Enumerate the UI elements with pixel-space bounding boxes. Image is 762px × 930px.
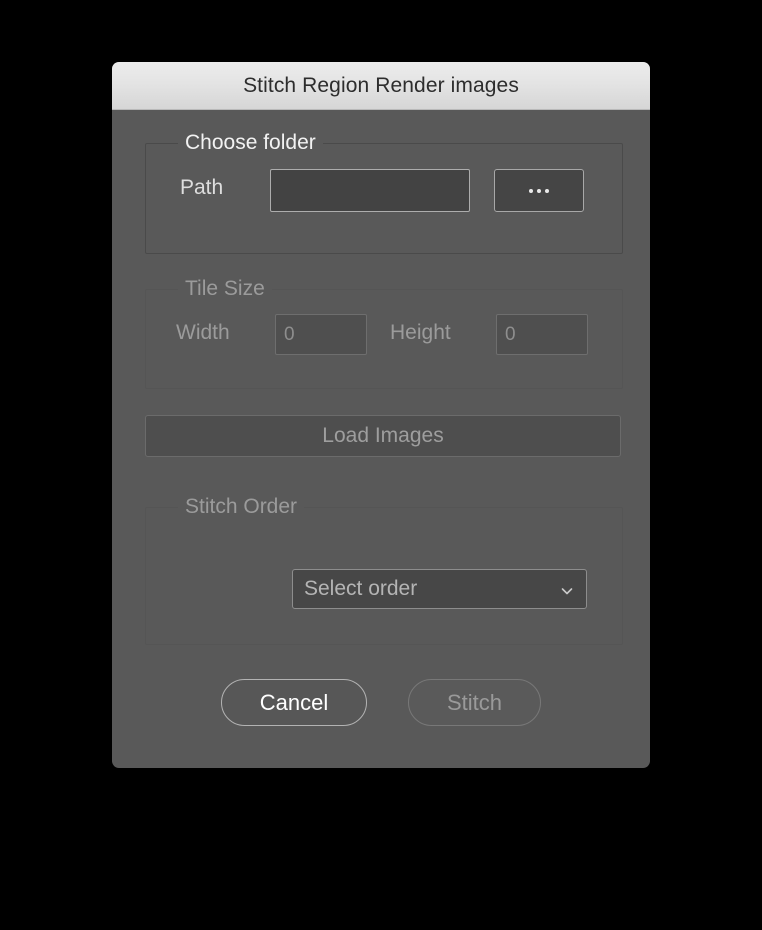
- dialog-title: Stitch Region Render images: [243, 73, 519, 97]
- stitch-order-select[interactable]: Select order: [292, 569, 587, 609]
- stitch-order-group-title: Stitch Order: [178, 496, 305, 518]
- path-row: Path: [180, 176, 223, 200]
- dialog-body: Choose folder Path Tile Size Width 0 Hei…: [112, 110, 650, 767]
- browse-folder-button[interactable]: [494, 169, 584, 212]
- height-label: Height: [390, 321, 451, 344]
- cancel-button[interactable]: Cancel: [221, 679, 367, 726]
- width-label: Width: [176, 321, 230, 344]
- choose-folder-group-title: Choose folder: [178, 132, 323, 154]
- path-input[interactable]: [270, 169, 470, 212]
- ellipsis-dot-icon: [537, 188, 541, 193]
- tile-size-group: Tile Size Width 0 Height 0: [145, 278, 623, 389]
- stitch-dialog: Stitch Region Render images Choose folde…: [112, 62, 650, 768]
- tile-width-input[interactable]: 0: [275, 314, 367, 355]
- tile-height-input[interactable]: 0: [496, 314, 588, 355]
- dialog-footer: Cancel Stitch: [112, 679, 650, 726]
- stitch-order-select-value: Select order: [304, 577, 418, 600]
- width-row: Width: [176, 321, 230, 345]
- chevron-down-icon: [559, 581, 575, 597]
- path-label: Path: [180, 176, 224, 199]
- dialog-titlebar: Stitch Region Render images: [112, 62, 650, 110]
- ellipsis-dot-icon: [529, 188, 533, 193]
- load-images-button[interactable]: Load Images: [145, 415, 621, 457]
- height-row: Height: [390, 321, 451, 345]
- ellipsis-dot-icon: [545, 188, 549, 193]
- tile-size-group-title: Tile Size: [178, 278, 272, 300]
- choose-folder-group: Choose folder Path: [145, 132, 623, 254]
- stitch-button[interactable]: Stitch: [408, 679, 541, 726]
